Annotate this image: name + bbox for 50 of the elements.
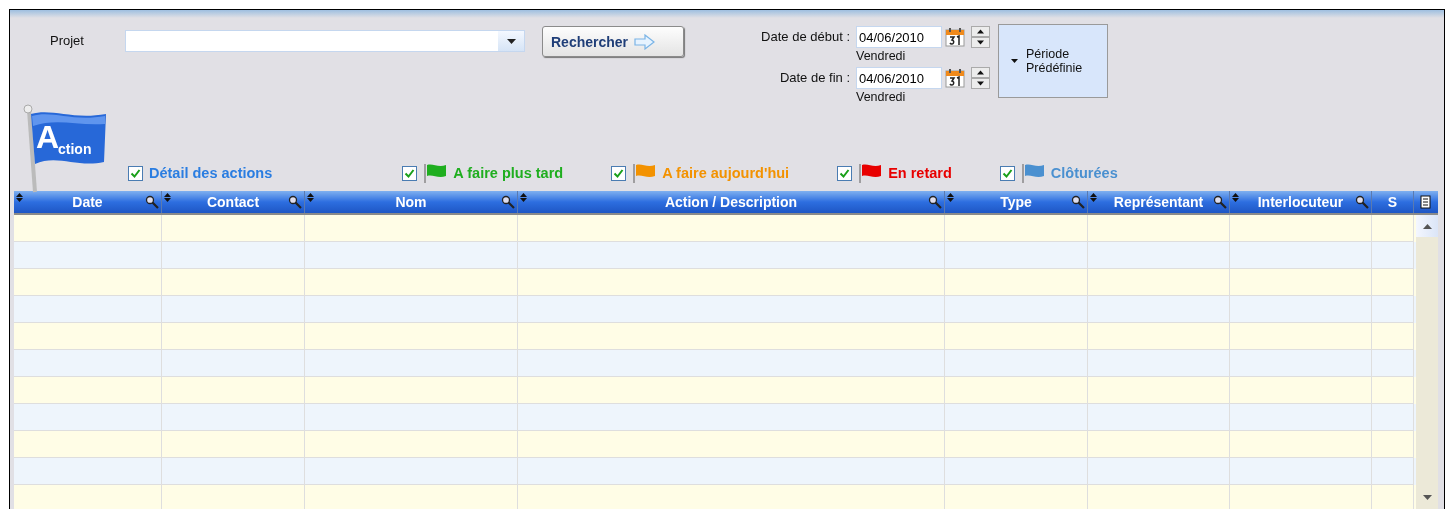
sort-icon[interactable] — [1090, 193, 1097, 202]
sort-icon[interactable] — [947, 193, 954, 202]
search-icon[interactable] — [288, 195, 302, 209]
search-button[interactable]: Rechercher — [542, 26, 684, 57]
column-header[interactable]: Interlocuteur — [1230, 191, 1372, 213]
checkbox[interactable] — [611, 165, 627, 181]
sort-icon[interactable] — [16, 193, 23, 202]
filter-label[interactable]: Détail des actions — [149, 165, 273, 181]
column-header[interactable]: Contact — [162, 191, 305, 213]
date-spinner[interactable] — [971, 26, 990, 48]
checkbox[interactable] — [128, 165, 143, 181]
column-header[interactable]: Nom — [305, 191, 518, 213]
calendar-icon[interactable] — [945, 27, 965, 47]
column-header[interactable]: S — [1372, 191, 1414, 213]
day-label: Vendredi — [856, 90, 907, 104]
search-icon[interactable] — [145, 195, 159, 209]
caret-icon — [506, 38, 516, 44]
period-label: Période Prédéfinie — [1026, 47, 1083, 75]
sort-icon[interactable] — [520, 193, 527, 202]
search-icon[interactable] — [1071, 195, 1085, 209]
day-label: Vendredi — [856, 49, 907, 63]
date-label: Date de début : — [760, 29, 850, 46]
calendar-icon[interactable] — [945, 68, 965, 88]
date-spinner[interactable] — [971, 67, 990, 89]
column-header[interactable]: Type — [945, 191, 1088, 213]
arrow-icon — [634, 33, 657, 50]
caret-icon — [1011, 59, 1018, 63]
date-field[interactable]: 04/06/2010 — [856, 67, 942, 89]
date-label: Date de fin : — [778, 70, 850, 87]
filter-label[interactable]: En retard — [888, 165, 952, 181]
column-header[interactable]: Représentant — [1088, 191, 1230, 213]
checkbox[interactable] — [837, 165, 853, 181]
sort-icon[interactable] — [307, 193, 314, 202]
filter-label[interactable]: Clôturées — [1050, 165, 1118, 181]
period-button[interactable]: Période Prédéfinie — [998, 24, 1108, 98]
checkbox[interactable] — [402, 165, 418, 181]
sort-icon[interactable] — [164, 193, 171, 202]
search-icon[interactable] — [1213, 195, 1227, 209]
sort-icon[interactable] — [1232, 193, 1239, 202]
scroll-down-icon[interactable] — [1422, 494, 1432, 500]
checkbox[interactable] — [999, 165, 1015, 181]
scrollbar[interactable] — [1416, 215, 1438, 509]
project-label: Projet — [50, 33, 85, 48]
date-field[interactable]: 04/06/2010 — [856, 26, 942, 48]
search-icon[interactable] — [501, 195, 515, 209]
search-icon[interactable] — [1355, 195, 1369, 209]
column-header[interactable]: Date — [14, 191, 162, 213]
scroll-up-icon[interactable] — [1422, 223, 1432, 229]
search-icon[interactable] — [928, 195, 942, 209]
column-header[interactable]: Action / Description — [518, 191, 945, 213]
